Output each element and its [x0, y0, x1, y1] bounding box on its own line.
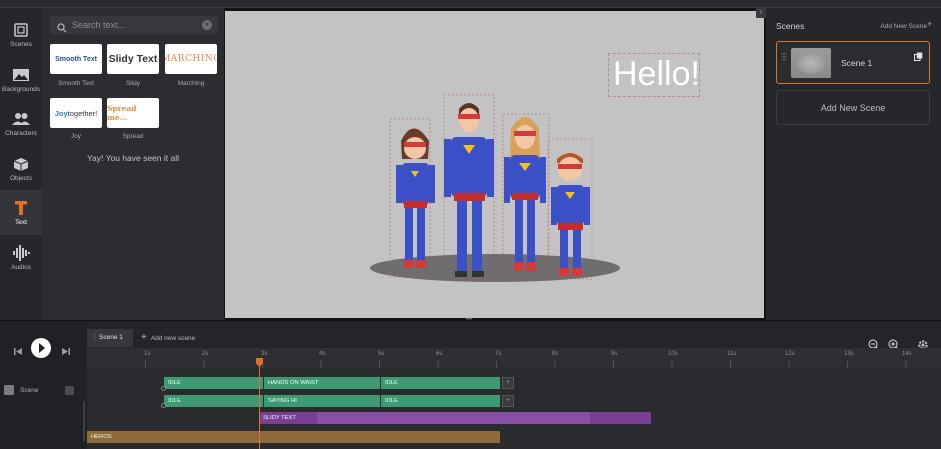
character-girl [396, 128, 435, 268]
scenes-title: Scenes [776, 21, 805, 31]
ruler-ticks [145, 361, 907, 368]
clip-slidy-text[interactable]: SLIDY TEXT [259, 412, 651, 424]
preset-label: Smooth Text [57, 80, 94, 87]
preset-preview-b: together! [67, 108, 98, 118]
add-new-scene-button[interactable]: Add New Scene [776, 90, 930, 125]
canvas-area: Hello! › [224, 8, 766, 320]
scene-row-label: Scene [20, 387, 39, 394]
clip-idle[interactable]: IDLE [381, 395, 500, 407]
add-new-scene-link[interactable]: Add New Scene [880, 23, 927, 30]
preset-preview: Smooth Text [55, 55, 97, 63]
clip-idle[interactable]: IDLE [164, 377, 263, 389]
sidebar-item-backgrounds[interactable]: Backgrounds [0, 57, 42, 102]
sidebar-item-text[interactable]: Text [0, 190, 42, 235]
preset-preview-a: Joy [54, 108, 68, 118]
clip-active-range [317, 412, 590, 424]
clip-label: SLIDY TEXT [263, 415, 296, 421]
sidebar-item-scenes[interactable]: Scenes [0, 12, 42, 57]
drag-handle-icon[interactable] [782, 48, 786, 61]
add-scene-tab-label: Add new scene [150, 335, 196, 342]
collapse-panel-icon[interactable]: › [756, 8, 766, 18]
sidebar-item-label: Backgrounds [2, 85, 40, 93]
tab-scene-1[interactable]: Scene 1 [87, 329, 133, 347]
characters-group[interactable] [225, 11, 764, 318]
sidebar-item-label: Objects [9, 174, 33, 182]
add-new-scene-tab[interactable]: + Add new scene [141, 329, 195, 347]
scene-thumbnail [791, 48, 831, 78]
track-handle[interactable] [161, 386, 166, 391]
people-icon [12, 111, 30, 127]
scene-name: Scene 1 [841, 58, 873, 68]
clip-saying-hi[interactable]: SAYING HI [264, 395, 380, 407]
stage-canvas[interactable]: Hello! [225, 11, 764, 318]
preset-label: Marching [177, 80, 205, 87]
add-clip-button[interactable]: + [502, 377, 514, 389]
plus-icon: + [141, 332, 147, 343]
scene-card[interactable]: Scene 1 [776, 41, 930, 84]
search-box: × [50, 16, 218, 34]
search-input[interactable] [72, 18, 192, 32]
timeline-tracks: IDLE HANDS ON WAIST IDLE + IDLE SAYING H… [87, 368, 941, 449]
playhead[interactable] [259, 360, 260, 449]
cube-icon [12, 156, 30, 172]
scrollbar[interactable] [83, 401, 85, 441]
clip-idle[interactable]: IDLE [164, 395, 263, 407]
sidebar-item-label: Text [15, 218, 27, 226]
timeline-tabs: Scene 1 +Add new scene [87, 329, 941, 351]
text-icon [12, 200, 30, 216]
preset-label: Slidy [125, 80, 141, 87]
text-panel: × Smooth Text Smooth Text Slidy Text Sli… [42, 8, 224, 320]
image-icon [12, 67, 30, 83]
text-preset-slidy[interactable]: Slidy Text [107, 44, 159, 74]
character-mother [504, 117, 546, 271]
play-button[interactable] [31, 338, 51, 358]
scene-row-icon [4, 385, 14, 395]
preset-label: Spread [122, 133, 144, 140]
skip-back-icon[interactable] [14, 343, 23, 355]
text-preset-smooth[interactable]: Smooth Text [50, 44, 102, 74]
row-toggle-button[interactable] [65, 386, 74, 395]
text-preset-joy[interactable]: Joy together! [50, 98, 102, 128]
skip-forward-icon[interactable] [61, 343, 70, 355]
sidebar-item-label: Characters [5, 129, 37, 137]
timeline: Scene Scene 1 +Add new scene 1s 2s 3s 4s… [0, 320, 941, 449]
preset-label: Joy [70, 133, 82, 140]
preset-preview: Spread me... [107, 104, 137, 122]
text-preset-spread[interactable]: Spread me... [107, 98, 159, 128]
search-icon [57, 20, 67, 33]
plus-icon[interactable]: + [927, 20, 936, 29]
preset-preview: Slidy Text [108, 53, 158, 65]
clip-hands-on-waist[interactable]: HANDS ON WAIST [264, 377, 380, 389]
clip-idle[interactable]: IDLE [381, 377, 500, 389]
scenes-panel: Scenes Add New Scene + Scene 1 Add New S… [766, 8, 941, 320]
sidebar: Scenes Backgrounds Characters Objects Te… [0, 8, 42, 320]
duplicate-icon[interactable] [914, 48, 923, 61]
timeline-controls: Scene [0, 321, 87, 449]
sidebar-item-label: Audios [11, 263, 31, 271]
sidebar-item-characters[interactable]: Characters [0, 101, 42, 146]
clip-heros[interactable]: HEROS [87, 431, 500, 443]
character-father [444, 103, 494, 277]
scenes-icon [12, 22, 30, 38]
sidebar-item-audios[interactable]: Audios [0, 235, 42, 280]
end-of-list-message: Yay! You have seen it all [87, 153, 179, 163]
add-clip-button[interactable]: + [502, 395, 514, 407]
track-handle[interactable] [161, 403, 166, 408]
text-preset-marching[interactable]: MARCHING [165, 44, 217, 74]
sidebar-item-objects[interactable]: Objects [0, 146, 42, 191]
clear-search-icon[interactable]: × [202, 20, 212, 30]
waveform-icon [12, 244, 30, 261]
time-ruler[interactable]: 1s 2s 3s 4s 5s 6s 7s 8s 9s 10s 11s 12s 1… [87, 348, 941, 368]
preset-preview: MARCHING [165, 54, 217, 64]
top-bar [0, 0, 941, 8]
sidebar-item-label: Scenes [10, 40, 32, 48]
